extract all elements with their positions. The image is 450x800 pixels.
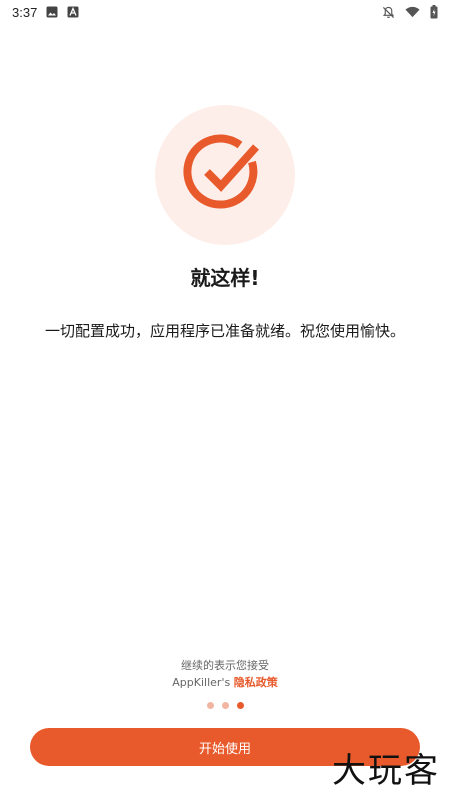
- app-name: AppKiller's: [172, 676, 231, 689]
- page-dot-3[interactable]: [236, 702, 244, 709]
- policy-line: AppKiller's 隐私政策: [0, 674, 450, 690]
- page-title: 就这样!: [190, 266, 260, 290]
- image-icon: [46, 6, 58, 18]
- onboarding-finish-screen: 3:37 就这样! 一切配置成功，应用程序已准备就绪。祝您使用愉快。 继续的表示…: [0, 0, 450, 800]
- privacy-policy-link[interactable]: 隐私政策: [234, 676, 278, 689]
- watermark: 大玩客: [332, 751, 440, 791]
- notifications-off-icon: [382, 6, 395, 19]
- status-left: 3:37: [12, 5, 79, 20]
- check-circle-icon: [180, 128, 270, 222]
- font-icon: [67, 6, 79, 18]
- status-bar: 3:37: [0, 0, 450, 24]
- page-dot-1[interactable]: [206, 702, 214, 709]
- wifi-icon: [405, 6, 420, 18]
- hero-badge: [155, 105, 295, 245]
- battery-icon: [430, 5, 438, 19]
- status-right: [382, 5, 438, 19]
- page-indicator: [0, 702, 450, 709]
- status-time: 3:37: [12, 4, 38, 20]
- page-subtitle: 一切配置成功，应用程序已准备就绪。祝您使用愉快。: [44, 322, 405, 340]
- page-dot-2[interactable]: [221, 702, 229, 709]
- consent-text: 继续的表示您接受: [181, 659, 269, 672]
